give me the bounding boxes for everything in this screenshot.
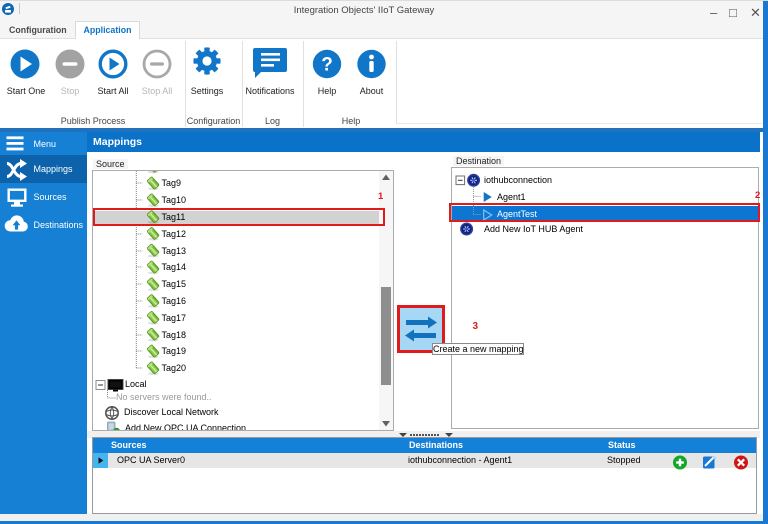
svg-text:?: ? [321, 55, 333, 76]
